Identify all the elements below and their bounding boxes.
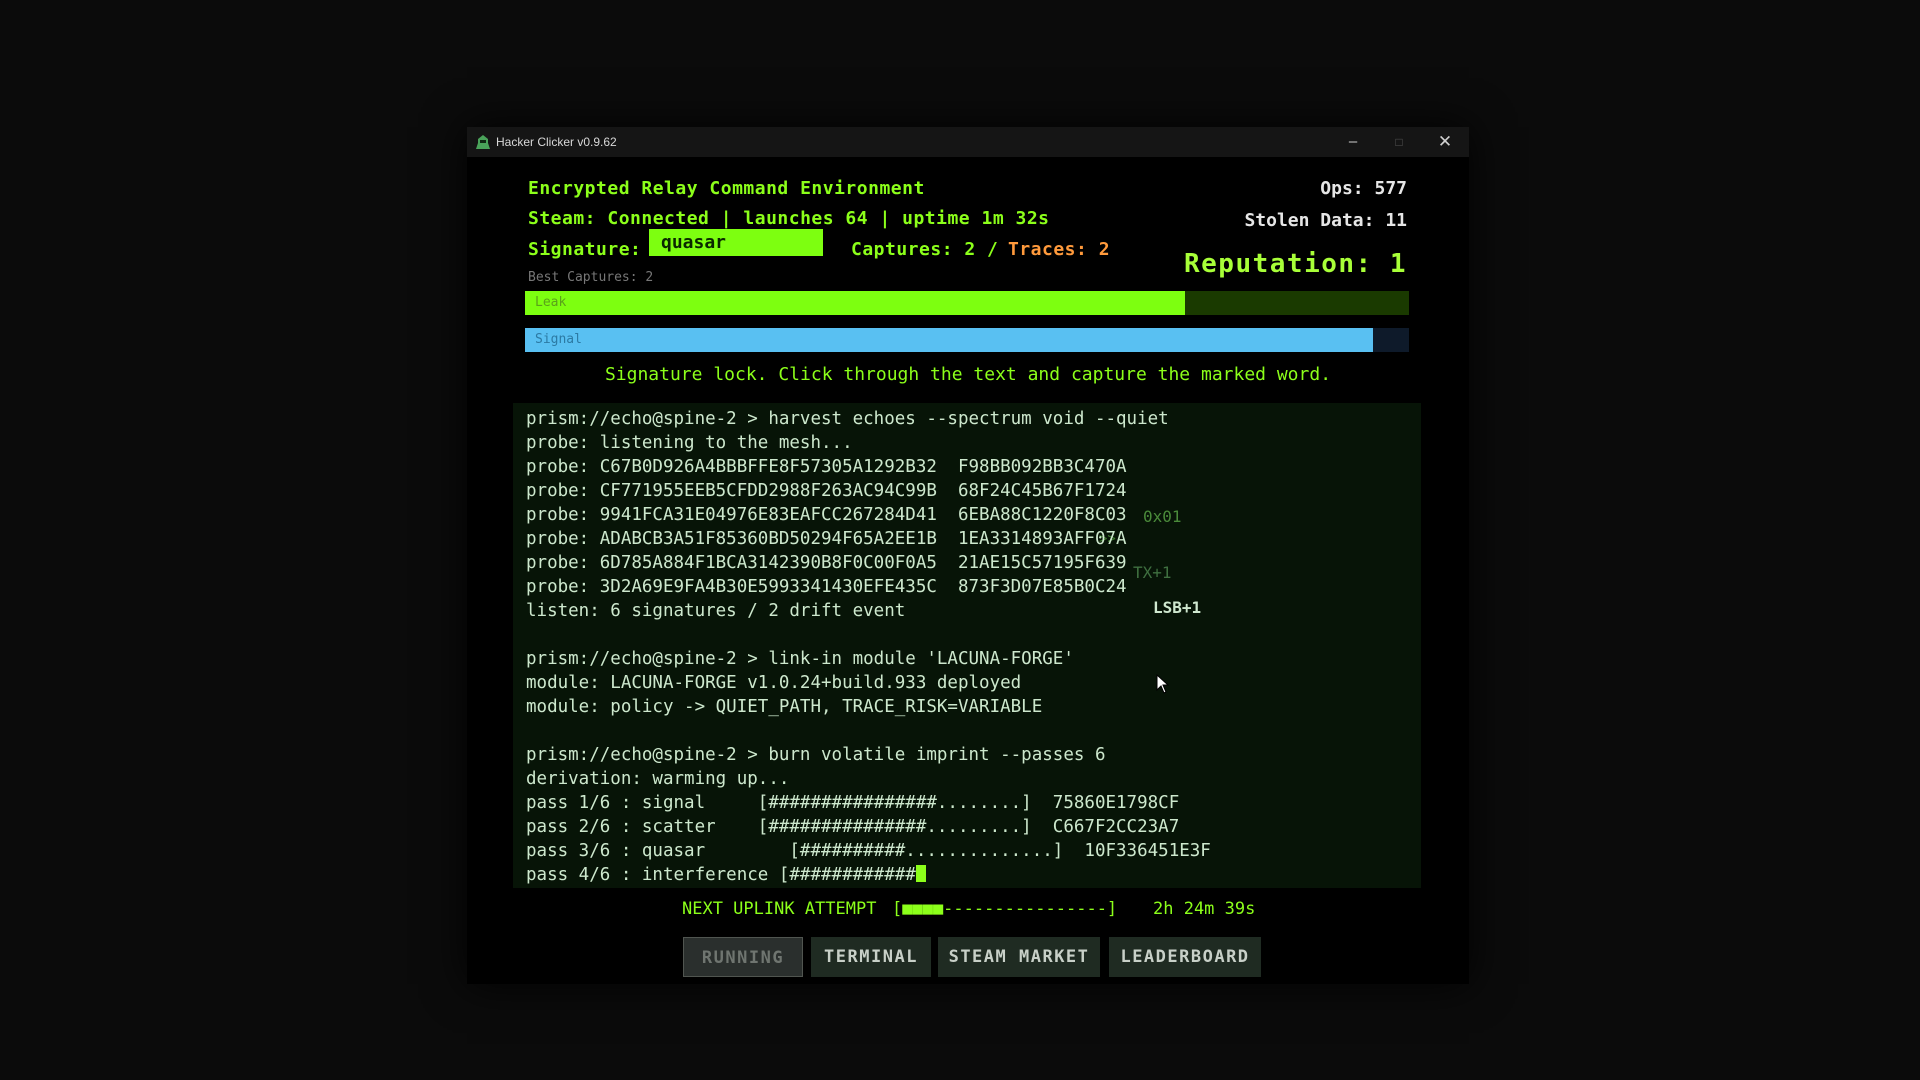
terminal-line: probe: 3D2A69E9FA4B30E5993341430EFE435C … — [526, 577, 1127, 597]
uplink-label: NEXT UPLINK ATTEMPT — [682, 899, 877, 919]
signature-label: Signature: — [528, 239, 642, 260]
terminal-line: probe: 9941FCA31E04976E83EAFCC267284D41 … — [526, 505, 1127, 525]
window-title: Hacker Clicker v0.9.62 — [496, 135, 617, 149]
signal-bar: Signal — [525, 328, 1409, 352]
signal-bar-label: Signal — [535, 332, 582, 347]
leak-bar: Leak — [525, 291, 1409, 315]
terminal-line: probe: CF771955EEB5CFDD2988F263AC94C99B … — [526, 481, 1127, 501]
ops-counter: Ops: 577 — [1320, 178, 1407, 199]
terminal-line: derivation: warming up... — [526, 769, 790, 789]
floater-lsb[interactable]: LSB+1 — [1153, 598, 1201, 617]
mouse-cursor-icon — [1156, 674, 1170, 694]
maximize-button[interactable]: □ — [1376, 127, 1422, 157]
terminal-line: pass 2/6 : scatter [###############.....… — [526, 817, 1180, 837]
terminal-output[interactable]: 0x01 >> TX+1 LSB+1 prism://echo@spine-2 … — [513, 403, 1421, 888]
terminal-line: probe: 6D785A884F1BCA3142390B8F0C00F0A5 … — [526, 553, 1127, 573]
terminal-line: probe: listening to the mesh... — [526, 433, 853, 453]
tab-running[interactable]: RUNNING — [683, 937, 803, 977]
terminal-cursor — [915, 865, 926, 882]
stolen-data-counter: Stolen Data: 11 — [1244, 210, 1407, 231]
terminal-line: module: policy -> QUIET_PATH, TRACE_RISK… — [526, 697, 1043, 717]
terminal-line: pass 1/6 : signal [################.....… — [526, 793, 1180, 813]
app-window: Hacker Clicker v0.9.62 – □ ✕ Encrypted R… — [467, 127, 1469, 984]
signature-value: quasar — [649, 229, 823, 256]
terminal-line: prism://echo@spine-2 > link-in module 'L… — [526, 649, 1074, 669]
tab-terminal[interactable]: TERMINAL — [811, 937, 931, 977]
terminal-line: probe: C67B0D926A4BBBFFE8F57305A1292B32 … — [526, 457, 1127, 477]
hacker-app-icon — [476, 135, 490, 149]
game-content: Encrypted Relay Command Environment Stea… — [467, 157, 1469, 984]
floater-tx: TX+1 — [1133, 563, 1172, 582]
close-button[interactable]: ✕ — [1422, 127, 1468, 157]
traces-count: Traces: 2 — [1008, 239, 1111, 260]
terminal-line: module: LACUNA-FORGE v1.0.24+build.933 d… — [526, 673, 1022, 693]
terminal-line: pass 4/6 : interference [############ — [526, 865, 926, 885]
terminal-line: prism://echo@spine-2 > burn volatile imp… — [526, 745, 1106, 765]
captures-count: Captures: 2 / — [851, 239, 999, 260]
floater-hex: 0x01 — [1143, 507, 1182, 526]
best-captures: Best Captures: 2 — [528, 270, 654, 285]
terminal-line: probe: ADABCB3A51F85360BD50294F65A2EE1B … — [526, 529, 1127, 549]
status-line: Steam: Connected | launches 64 | uptime … — [528, 208, 1050, 229]
minimize-button[interactable]: – — [1330, 127, 1376, 157]
tab-steam-market[interactable]: STEAM MARKET — [938, 937, 1100, 977]
terminal-line: prism://echo@spine-2 > harvest echoes --… — [526, 409, 1169, 429]
terminal-line: listen: 6 signatures / 2 drift event — [526, 601, 906, 621]
leak-bar-fill — [525, 291, 1186, 315]
environment-title: Encrypted Relay Command Environment — [528, 178, 925, 199]
terminal-line: pass 3/6 : quasar [##########...........… — [526, 841, 1211, 861]
signal-bar-fill — [525, 328, 1373, 352]
reputation-display: Reputation: 1 — [1184, 249, 1407, 279]
uplink-progress: [■■■■----------------] — [892, 899, 1118, 919]
leak-bar-label: Leak — [535, 295, 567, 310]
tab-leaderboard[interactable]: LEADERBOARD — [1109, 937, 1261, 977]
uplink-timer: 2h 24m 39s — [1153, 899, 1256, 919]
instruction-text: Signature lock. Click through the text a… — [604, 364, 1332, 385]
title-bar[interactable]: Hacker Clicker v0.9.62 – □ ✕ — [467, 127, 1469, 157]
